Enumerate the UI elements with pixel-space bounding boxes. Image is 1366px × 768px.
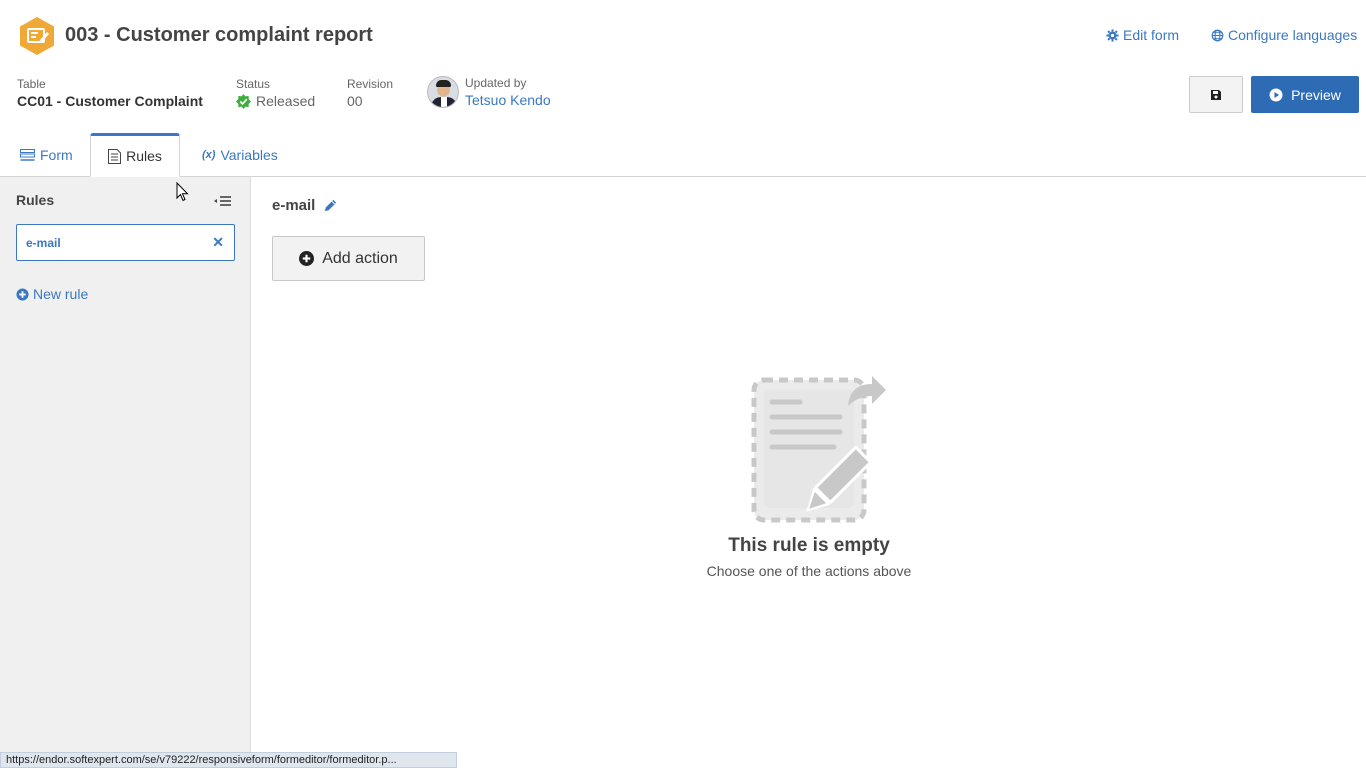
avatar [427, 76, 459, 108]
pencil-edit-icon[interactable] [323, 198, 338, 213]
status-label: Status [236, 77, 271, 91]
browser-status-bar: https://endor.softexpert.com/se/v79222/r… [0, 752, 457, 768]
add-action-label: Add action [322, 249, 398, 267]
tab-rules[interactable]: Rules [90, 133, 180, 177]
rule-name: e-mail [272, 197, 316, 214]
collapse-list-icon[interactable] [214, 194, 232, 208]
table-label: Table [17, 77, 46, 91]
floppy-disk-icon [1211, 89, 1221, 100]
preview-button[interactable]: Preview [1251, 76, 1359, 113]
table-info: Table CC01 - Customer Complaint [17, 77, 203, 109]
edit-form-label: Edit form [1123, 27, 1180, 43]
tab-form-label: Form [40, 147, 73, 163]
revision-label: Revision [347, 77, 394, 91]
empty-state-title: This rule is empty [728, 535, 890, 556]
rule-name-header: e-mail [272, 197, 338, 214]
variable-x-icon: (x) [202, 149, 216, 161]
updated-by-info: Updated by Tetsuo Kendo [427, 76, 551, 108]
rule-editor: e-mail Add action This rule is empty Cho… [252, 177, 1366, 752]
sidebar-title: Rules [16, 192, 55, 208]
plus-circle-icon [16, 287, 29, 301]
new-rule-label: New rule [33, 286, 89, 302]
add-action-button[interactable]: Add action [272, 236, 425, 281]
page-title: 003 - Customer complaint report [65, 24, 373, 46]
revision-value: 00 [347, 93, 363, 109]
globe-icon [1211, 29, 1224, 41]
status-value: Released [256, 93, 316, 109]
edit-form-link[interactable]: Edit form [1106, 27, 1179, 43]
configure-languages-label: Configure languages [1228, 27, 1358, 43]
new-rule-link[interactable]: New rule [16, 286, 88, 302]
document-icon [108, 148, 122, 164]
status-info: Status Released [236, 77, 315, 109]
clear-search-icon[interactable]: ✕ [212, 234, 224, 251]
configure-languages-link[interactable]: Configure languages [1211, 27, 1357, 43]
rule-search-box: ✕ [16, 224, 235, 261]
revision-info: Revision 00 [347, 77, 393, 109]
preview-label: Preview [1291, 86, 1341, 103]
rules-sidebar: Rules ✕ New rule [0, 177, 251, 768]
form-app-icon [20, 17, 54, 55]
plus-circle-icon [299, 251, 315, 266]
play-circle-icon [1269, 88, 1283, 101]
tab-bar: Form Rules (x) Variables [0, 133, 1366, 177]
updated-by-label: Updated by [465, 76, 527, 90]
mouse-cursor-icon [176, 182, 189, 202]
save-button[interactable] [1189, 76, 1243, 113]
tab-rules-label: Rules [126, 148, 162, 164]
table-value: CC01 - Customer Complaint [17, 93, 203, 109]
verified-badge-icon [236, 93, 251, 109]
tab-variables[interactable]: (x) Variables [198, 133, 282, 177]
gear-icon [1106, 28, 1119, 42]
tab-form[interactable]: Form [16, 133, 77, 177]
rule-search-input[interactable] [17, 225, 197, 260]
form-list-icon [20, 148, 35, 161]
updated-by-user-link[interactable]: Tetsuo Kendo [465, 92, 551, 108]
tab-variables-label: Variables [220, 147, 278, 163]
empty-state-subtitle: Choose one of the actions above [706, 563, 912, 579]
empty-document-illustration-icon [751, 376, 886, 523]
